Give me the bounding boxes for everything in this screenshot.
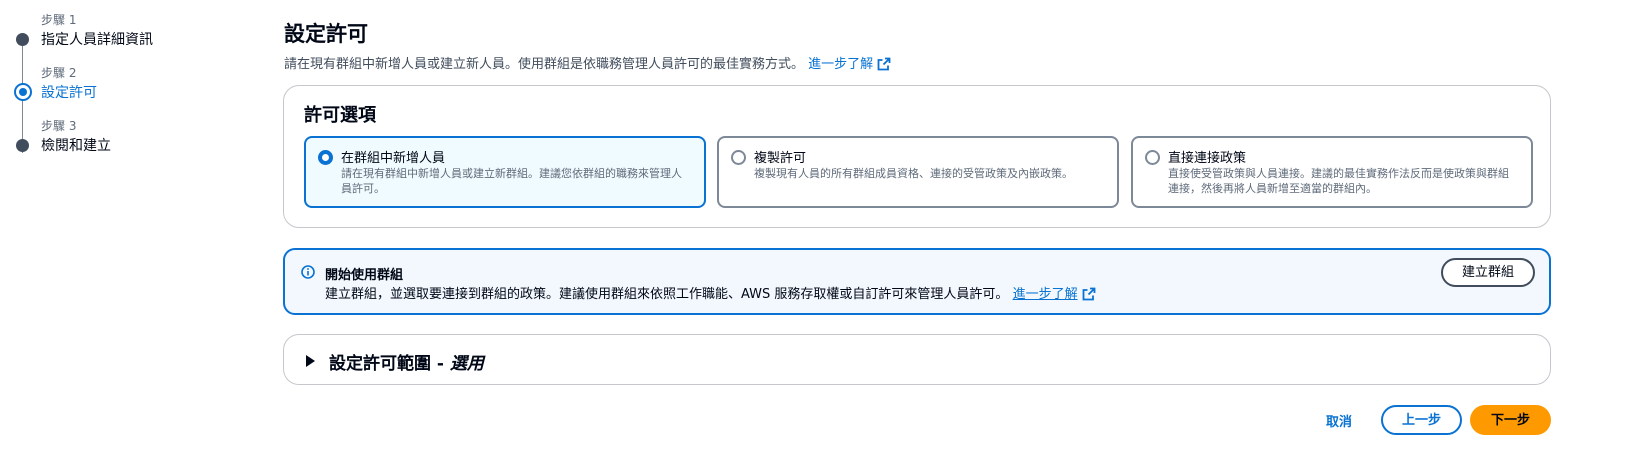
info-icon [301,265,315,279]
radio-unselected-icon[interactable] [731,150,746,165]
previous-button[interactable]: 上一步 [1381,405,1462,435]
radio-selected-icon[interactable] [318,150,333,165]
step-title[interactable]: 指定人員詳細資訊 [41,29,153,49]
page-description: 請在現有群組中新增人員或建立新人員。使用群組是依職務管理人員許可的最佳實務方式。… [284,53,891,72]
info-alert: 開始使用群組 建立群組，並選取要連接到群組的政策。建議使用群組來依照工作職能、A… [283,248,1551,315]
info-learn-more-link[interactable]: 進一步了解 [1013,287,1096,302]
boundary-optional-label: 選用 [449,354,484,374]
boundary-title-text: 設定許可範圍 - [329,354,450,374]
create-group-button[interactable]: 建立群組 [1441,258,1535,287]
option-description: 直接使受管政策與人員連接。建議的最佳實務作法反而是使政策與群組連接，然後再將人員… [1168,167,1509,195]
permission-options-panel: 許可選項 在群組中新增人員 請在現有群組中新增人員或建立新群組。建議您依群組的職… [283,85,1551,228]
option-description: 請在現有群組中新增人員或建立新群組。建議您依群組的職務來管理人員許可。 [341,167,682,195]
wizard-steps: 步驟 1 指定人員詳細資訊 步驟 2 設定許可 步驟 3 檢閱和建立 [14,8,234,167]
radio-unselected-icon[interactable] [1145,150,1160,165]
option-copy-permissions[interactable]: 複製許可 複製現有人員的所有群組成員資格、連接的受管政策及內嵌政策。 [717,136,1119,208]
page-description-text: 請在現有群組中新增人員或建立新人員。使用群組是依職務管理人員許可的最佳實務方式。 [284,57,805,72]
info-text: 建立群組，並選取要連接到群組的政策。建議使用群組來依照工作職能、AWS 服務存取… [325,283,1096,302]
boundary-title: 設定許可範圍 - 選用 [329,349,484,374]
option-attach-policies[interactable]: 直接連接政策 直接使受管政策與人員連接。建議的最佳實務作法反而是使政策與群組連接… [1131,136,1533,208]
step-current-indicator-icon [14,83,32,101]
cancel-button[interactable]: 取消 [1326,411,1352,430]
option-description: 複製現有人員的所有群組成員資格、連接的受管政策及內嵌政策。 [754,167,1073,180]
step-title: 設定許可 [41,85,97,101]
next-button[interactable]: 下一步 [1470,405,1551,435]
permissions-boundary-expander[interactable]: 設定許可範圍 - 選用 [283,334,1551,385]
step-number: 步驟 1 [41,13,77,27]
step-1[interactable]: 步驟 1 指定人員詳細資訊 [14,8,234,61]
caret-right-icon[interactable] [306,355,315,367]
option-title: 直接連接政策 [1168,151,1247,166]
step-3: 步驟 3 檢閱和建立 [14,114,234,167]
step-number: 步驟 2 [41,66,77,80]
external-link-icon [877,57,891,71]
learn-more-label: 進一步了解 [808,57,874,72]
option-title: 在群組中新增人員 [341,151,446,166]
permission-options-heading: 許可選項 [304,105,376,126]
step-status-dot-icon [16,139,29,152]
step-2: 步驟 2 設定許可 [14,61,234,114]
page-title: 設定許可 [284,22,368,46]
step-title: 檢閱和建立 [41,138,111,154]
option-add-to-group[interactable]: 在群組中新增人員 請在現有群組中新增人員或建立新群組。建議您依群組的職務來管理人… [304,136,706,208]
info-body: 建立群組，並選取要連接到群組的政策。建議使用群組來依照工作職能、AWS 服務存取… [325,287,1009,302]
learn-more-link[interactable]: 進一步了解 [808,57,891,72]
info-learn-more-label: 進一步了解 [1012,287,1078,302]
info-title: 開始使用群組 [325,268,404,283]
external-link-icon [1082,287,1095,301]
option-title: 複製許可 [754,151,807,166]
step-number: 步驟 3 [41,119,77,133]
step-status-dot-icon [16,33,29,46]
